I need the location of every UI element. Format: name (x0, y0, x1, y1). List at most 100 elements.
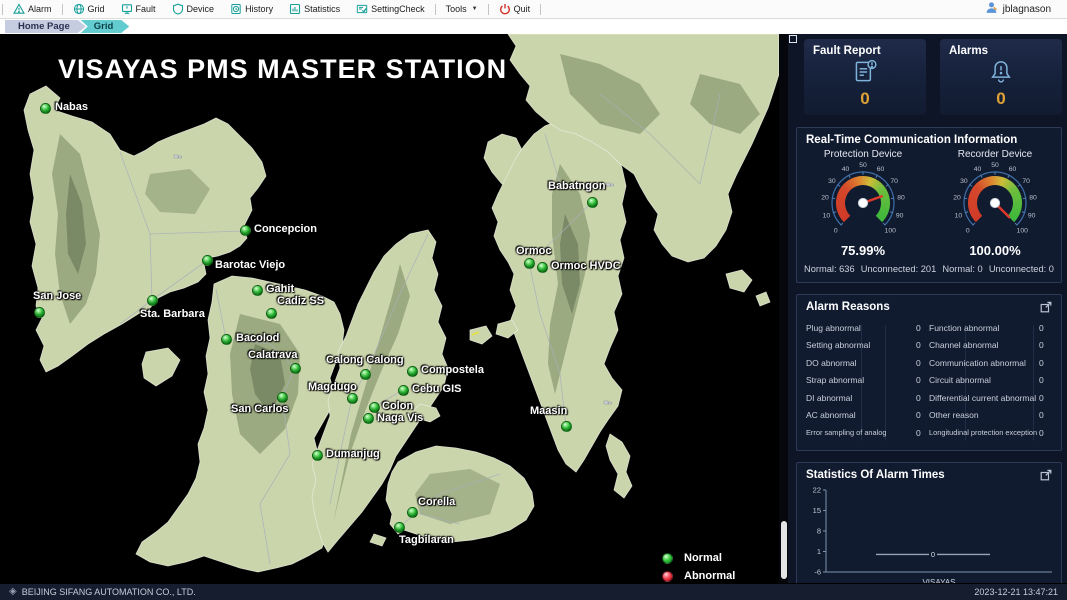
alarm-stats-panel: Statistics Of Alarm Times 221581-60VISAY… (796, 462, 1062, 584)
reason-row: Plug abnormal0 (806, 319, 929, 337)
legend-item-abnormal: Abnormal (662, 567, 735, 583)
station-label: Calong Calong (326, 354, 404, 366)
station-label: Colon (382, 400, 413, 412)
company-logo-icon: ◈ (9, 587, 17, 597)
reason-row: Longitudinal protection exception0 (929, 424, 1052, 442)
panel-scrollbar-track[interactable] (779, 34, 788, 583)
alarms-title: Alarms (949, 45, 988, 57)
svg-text:22: 22 (813, 485, 821, 494)
reason-row: Other reason0 (929, 407, 1052, 425)
gauge-value: 75.99% (797, 243, 929, 258)
station-marker-barotac-viejo[interactable] (202, 255, 213, 266)
station-marker-maasin[interactable] (561, 421, 572, 432)
alarm-reasons-title: Alarm Reasons (806, 301, 890, 313)
alarm-bell-icon (940, 57, 1062, 87)
svg-text:90: 90 (1028, 212, 1036, 219)
toolbar-button-settingcheck[interactable]: SettingCheck (348, 0, 433, 18)
toolbar-button-device[interactable]: Device (164, 0, 223, 18)
station-marker-gahit[interactable] (252, 285, 263, 296)
station-marker-calong-calong[interactable] (360, 369, 371, 380)
station-label: Cebu GIS (412, 383, 462, 395)
reason-row: Communication abnormal0 (929, 354, 1052, 372)
reason-row: Setting abnormal0 (806, 337, 929, 355)
expand-icon[interactable] (1040, 301, 1052, 313)
toolbar-button-history[interactable]: History (222, 0, 281, 18)
reason-row: Channel abnormal0 (929, 337, 1052, 355)
alarms-card[interactable]: Alarms 0 (940, 39, 1062, 115)
svg-text:50: 50 (991, 162, 999, 169)
svg-text:0: 0 (834, 228, 838, 235)
reason-column-right: Function abnormal0Channel abnormal0Commu… (929, 319, 1052, 442)
collapse-panel-icon[interactable] (789, 35, 797, 43)
svg-text:70: 70 (890, 178, 898, 185)
reason-row: AC abnormal0 (806, 407, 929, 425)
user-avatar-icon (985, 1, 998, 17)
station-label: Dumanjug (326, 448, 380, 460)
recorder-device-gauge: Recorder Device 0102030405060708090100 1… (929, 149, 1061, 258)
station-marker-nabas[interactable] (40, 103, 51, 114)
svg-text:40: 40 (842, 166, 850, 173)
svg-text:60: 60 (877, 166, 885, 173)
station-marker-naga-vis[interactable] (363, 413, 374, 424)
fault-report-value: 0 (804, 89, 926, 109)
station-marker-cebu-gis[interactable] (398, 385, 409, 396)
station-marker-dumanjug[interactable] (312, 450, 323, 461)
tab-home-page[interactable]: Home Page (5, 20, 86, 33)
station-marker-san-jose[interactable] (34, 307, 45, 318)
svg-text:80: 80 (1029, 194, 1037, 201)
station-marker-babatngon[interactable] (587, 197, 598, 208)
gauge-value: 100.00% (929, 243, 1061, 258)
map-area[interactable]: VISAYAS PMS MASTER STATION NabasConcepci… (0, 34, 779, 583)
svg-text:-6: -6 (814, 567, 821, 576)
station-marker-ormoc-hvdc[interactable] (537, 262, 548, 273)
station-marker-sta-barbara[interactable] (147, 295, 158, 306)
tab-bar: Home PageGrid (0, 19, 1067, 34)
station-marker-cadiz-ss[interactable] (266, 308, 277, 319)
station-label: Ormoc (516, 245, 551, 257)
fault-report-card[interactable]: Fault Report 0 (804, 39, 926, 115)
status-bar: ◈ BEIJING SIFANG AUTOMATION CO., LTD. 20… (0, 583, 1067, 600)
toolbar-button-grid[interactable]: Grid (65, 0, 113, 18)
station-label: Naga Vis (377, 412, 423, 424)
station-marker-corella[interactable] (407, 507, 418, 518)
toolbar-button-fault[interactable]: Fault (113, 0, 164, 18)
svg-text:30: 30 (960, 178, 968, 185)
tab-grid[interactable]: Grid (81, 20, 130, 33)
panel-scrollbar-thumb[interactable] (781, 521, 787, 579)
toolbar-button-alarm[interactable]: Alarm (5, 0, 60, 18)
station-marker-bacolod[interactable] (221, 334, 232, 345)
toolbar-button-statistics[interactable]: Statistics (281, 0, 348, 18)
toolbar-separator (488, 4, 489, 15)
clock: 2023-12-21 13:47:21 (974, 587, 1058, 597)
island-guimaras (142, 348, 180, 386)
statistics-icon (289, 3, 301, 15)
svg-text:0: 0 (931, 550, 935, 559)
fault-report-title: Fault Report (813, 45, 881, 57)
expand-icon[interactable] (1040, 469, 1052, 481)
station-label: Bacolod (236, 332, 279, 344)
svg-text:8: 8 (817, 526, 821, 535)
station-marker-ormoc[interactable] (524, 258, 535, 269)
fault-icon (121, 3, 133, 15)
comm-stat: Normal: 0 (942, 264, 982, 274)
toolbar-button-quit[interactable]: Quit (491, 0, 539, 18)
device-icon (172, 3, 184, 15)
station-marker-calatrava[interactable] (290, 363, 301, 374)
toolbar-button-tools[interactable]: Tools▼ (438, 0, 486, 18)
station-label: Gahit (266, 283, 294, 295)
reason-row: DI abnormal0 (806, 389, 929, 407)
reason-row: Differential current abnormal0 (929, 389, 1052, 407)
reason-row: Strap abnormal0 (806, 372, 929, 390)
station-marker-compostela[interactable] (407, 366, 418, 377)
app-window: AlarmGridFaultDeviceHistoryStatisticsSet… (0, 0, 1067, 600)
station-marker-san-carlos[interactable] (277, 392, 288, 403)
station-marker-tagbilaran[interactable] (394, 522, 405, 533)
user-menu[interactable]: jblagnason (985, 1, 1067, 17)
svg-text:10: 10 (955, 212, 963, 219)
reason-column-left: Plug abnormal0Setting abnormal0DO abnorm… (806, 319, 929, 442)
station-marker-colon[interactable] (369, 402, 380, 413)
dropdown-caret-icon: ▼ (472, 6, 478, 12)
station-marker-magdugo[interactable] (347, 393, 358, 404)
station-marker-concepcion[interactable] (240, 225, 251, 236)
station-label: Ormoc HVDC (551, 260, 621, 272)
